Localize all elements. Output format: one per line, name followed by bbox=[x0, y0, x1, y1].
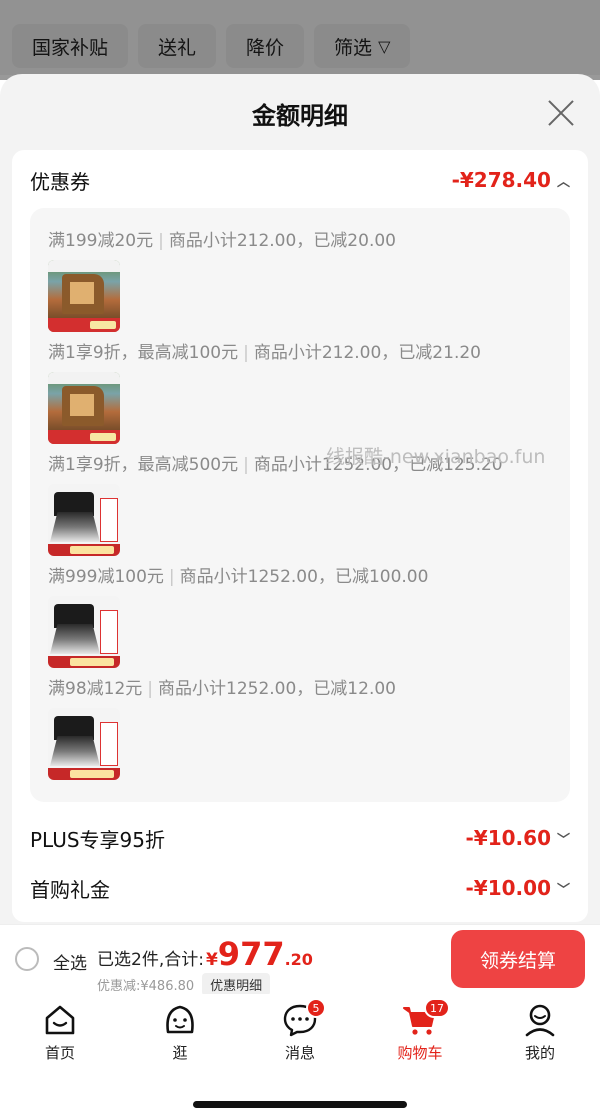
modal-backdrop[interactable] bbox=[0, 0, 600, 80]
total-integer: 977 bbox=[217, 935, 285, 973]
chevron-up-icon: ︿ bbox=[556, 174, 570, 190]
message-badge: 5 bbox=[306, 998, 326, 1018]
nav-item-messages[interactable]: 5 消息 bbox=[260, 998, 340, 1063]
nav-label: 我的 bbox=[524, 1044, 555, 1062]
nav-item-browse[interactable]: 逛 bbox=[140, 1002, 220, 1063]
discount-card: 优惠券 -¥278.40 ︿ 满199减20元 | 商品小计212.00，已减20.0… bbox=[12, 150, 588, 922]
plus-discount-row[interactable]: PLUS专享95折 -¥10.60 ﹀ bbox=[30, 820, 570, 856]
cart-badge: 17 bbox=[424, 998, 450, 1018]
chevron-down-icon: ﹀ bbox=[556, 832, 570, 848]
select-all-checkbox[interactable] bbox=[15, 947, 39, 971]
first-purchase-label: 首购礼金 bbox=[30, 877, 110, 902]
nav-item-cart[interactable]: 17 购物车 bbox=[380, 998, 460, 1063]
nav-label: 消息 bbox=[284, 1044, 315, 1062]
amount-detail-sheet: 金额明细 优惠券 -¥278.40 ︿ 满199减20元 | 商品小计212.00，已… bbox=[0, 74, 600, 924]
coupon-rules-panel: 满199减20元 | 商品小计212.00，已减20.00 满1享9折，最高减100… bbox=[30, 208, 570, 802]
first-purchase-row[interactable]: 首购礼金 -¥10.00 ﹀ bbox=[30, 870, 570, 906]
home-icon bbox=[45, 1005, 75, 1035]
plus-discount-label: PLUS专享95折 bbox=[30, 827, 165, 852]
total-summary: 已选2件,合计: ¥ 977 .20 bbox=[97, 935, 313, 973]
product-thumbnail-dollhouse[interactable] bbox=[48, 260, 120, 332]
coupon-rule: 满1享9折，最高减100元 | 商品小计212.00，已减21.20 bbox=[48, 343, 481, 363]
sheet-title: 金额明细 bbox=[252, 102, 348, 130]
product-thumbnail-skirt[interactable] bbox=[48, 708, 120, 780]
coupon-rule: 满199减20元 | 商品小计212.00，已减20.00 bbox=[48, 231, 396, 251]
product-thumbnail-dollhouse[interactable] bbox=[48, 372, 120, 444]
discount-total: 优惠减:¥486.80 bbox=[97, 979, 195, 994]
checkout-bar: 全选 已选2件,合计: ¥ 977 .20 优惠减:¥486.80 优惠明细 领… bbox=[0, 924, 600, 996]
coupon-rule: 满999减100元 | 商品小计1252.00，已减100.00 bbox=[48, 567, 429, 587]
checkout-button[interactable]: 领券结算 bbox=[451, 930, 585, 988]
total-decimal: .20 bbox=[284, 950, 313, 969]
nav-label: 逛 bbox=[172, 1044, 188, 1062]
first-purchase-amount: -¥10.00 bbox=[465, 876, 551, 900]
user-icon bbox=[525, 1004, 555, 1037]
coupon-rule: 满98减12元 | 商品小计1252.00，已减12.00 bbox=[48, 679, 396, 699]
face-icon bbox=[166, 1005, 194, 1034]
selected-count: 已选2件,合计: bbox=[97, 950, 204, 970]
currency-symbol: ¥ bbox=[205, 950, 218, 970]
product-thumbnail-skirt[interactable] bbox=[48, 596, 120, 668]
coupon-label: 优惠券 bbox=[30, 169, 90, 194]
coupon-amount: -¥278.40 bbox=[451, 168, 551, 192]
home-indicator bbox=[193, 1101, 407, 1108]
chevron-down-icon: ﹀ bbox=[556, 882, 570, 898]
select-all-label[interactable]: 全选 bbox=[53, 949, 87, 974]
close-icon[interactable] bbox=[544, 96, 578, 130]
plus-discount-amount: -¥10.60 bbox=[465, 826, 551, 850]
nav-label: 购物车 bbox=[397, 1044, 443, 1062]
nav-label: 首页 bbox=[44, 1044, 75, 1062]
watermark: 线报酷-new.xianbao.fun bbox=[326, 446, 546, 468]
nav-item-profile[interactable]: 我的 bbox=[500, 1002, 580, 1063]
product-thumbnail-skirt[interactable] bbox=[48, 484, 120, 556]
discount-summary: 优惠减:¥486.80 优惠明细 bbox=[97, 973, 271, 996]
nav-item-home[interactable]: 首页 bbox=[20, 1002, 100, 1063]
coupon-row[interactable]: 优惠券 -¥278.40 ︿ bbox=[30, 162, 570, 198]
discount-detail-button[interactable]: 优惠明细 bbox=[202, 973, 271, 996]
